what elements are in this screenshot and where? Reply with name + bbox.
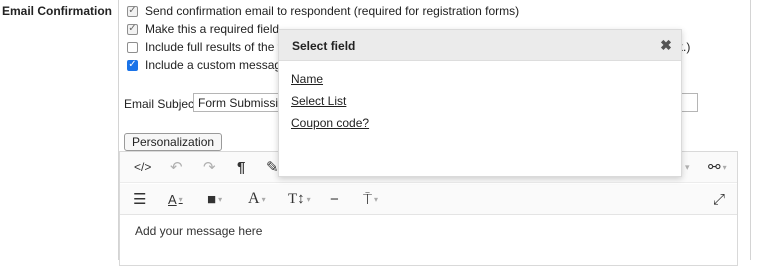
option-custom-message-label: Include a custom message	[145, 58, 288, 72]
align-left-icon[interactable]: ☰	[133, 190, 146, 208]
fullscreen-icon[interactable]: ⤢	[713, 190, 725, 208]
option-send-confirmation[interactable]: ✓ Send confirmation email to respondent …	[127, 3, 519, 19]
option-custom-message[interactable]: ✓ Include a custom message	[127, 57, 288, 73]
font-family-icon[interactable]: A ▾	[248, 190, 266, 208]
background-color-icon[interactable]: ■ ▾	[207, 190, 222, 208]
checkbox-include-full-results[interactable]	[127, 41, 138, 53]
checkbox-send-confirmation[interactable]: ✓	[127, 5, 138, 17]
font-size-icon[interactable]: T↕ ▾	[288, 190, 311, 208]
field-list: Name Select List Coupon code?	[291, 72, 369, 138]
font-color-icon[interactable]: A ▾	[168, 190, 183, 208]
toolbar-more-caret-icon[interactable]: ▾	[685, 158, 690, 176]
paragraph-format-icon[interactable]: ⍑ ▾	[363, 190, 378, 208]
option-required-field-label: Make this a required field	[145, 22, 280, 36]
option-include-full-results[interactable]: Include full results of the form	[127, 39, 302, 55]
field-option-name[interactable]: Name	[291, 72, 369, 86]
paragraph-icon[interactable]: ¶	[237, 158, 245, 176]
email-subject-label: Email Subject	[124, 97, 198, 111]
option-required-field[interactable]: ✓ Make this a required field	[127, 21, 279, 37]
personalization-button[interactable]: Personalization	[124, 133, 223, 151]
dialog-title: Select field	[292, 39, 356, 53]
redo-icon[interactable]: ↷	[203, 158, 216, 176]
field-option-coupon-code[interactable]: Coupon code?	[291, 116, 369, 130]
editor-toolbar-row2: ☰ A ▾ ■ ▾ A ▾ T↕ ▾ − ⍑ ▾ ⤢	[120, 184, 737, 215]
section-label: Email Confirmation	[1, 4, 112, 18]
close-icon[interactable]: ✖	[659, 38, 673, 52]
checkbox-required-field[interactable]: ✓	[127, 23, 138, 35]
dialog-header: Select field ✖	[279, 30, 681, 61]
editor-content-placeholder[interactable]: Add your message here	[135, 224, 262, 238]
undo-icon[interactable]: ↶	[170, 158, 183, 176]
field-option-select-list[interactable]: Select List	[291, 94, 369, 108]
option-send-confirmation-label: Send confirmation email to respondent (r…	[145, 4, 520, 18]
link-icon[interactable]: ⚯ ▾	[708, 158, 727, 176]
code-view-icon[interactable]: </>	[134, 158, 151, 176]
checkbox-custom-message[interactable]: ✓	[127, 59, 138, 71]
divider-right	[750, 0, 751, 260]
brush-icon[interactable]: ✎	[266, 158, 279, 176]
horizontal-line-icon[interactable]: −	[330, 190, 339, 208]
select-field-dialog: Select field ✖ Name Select List Coupon c…	[278, 29, 682, 177]
